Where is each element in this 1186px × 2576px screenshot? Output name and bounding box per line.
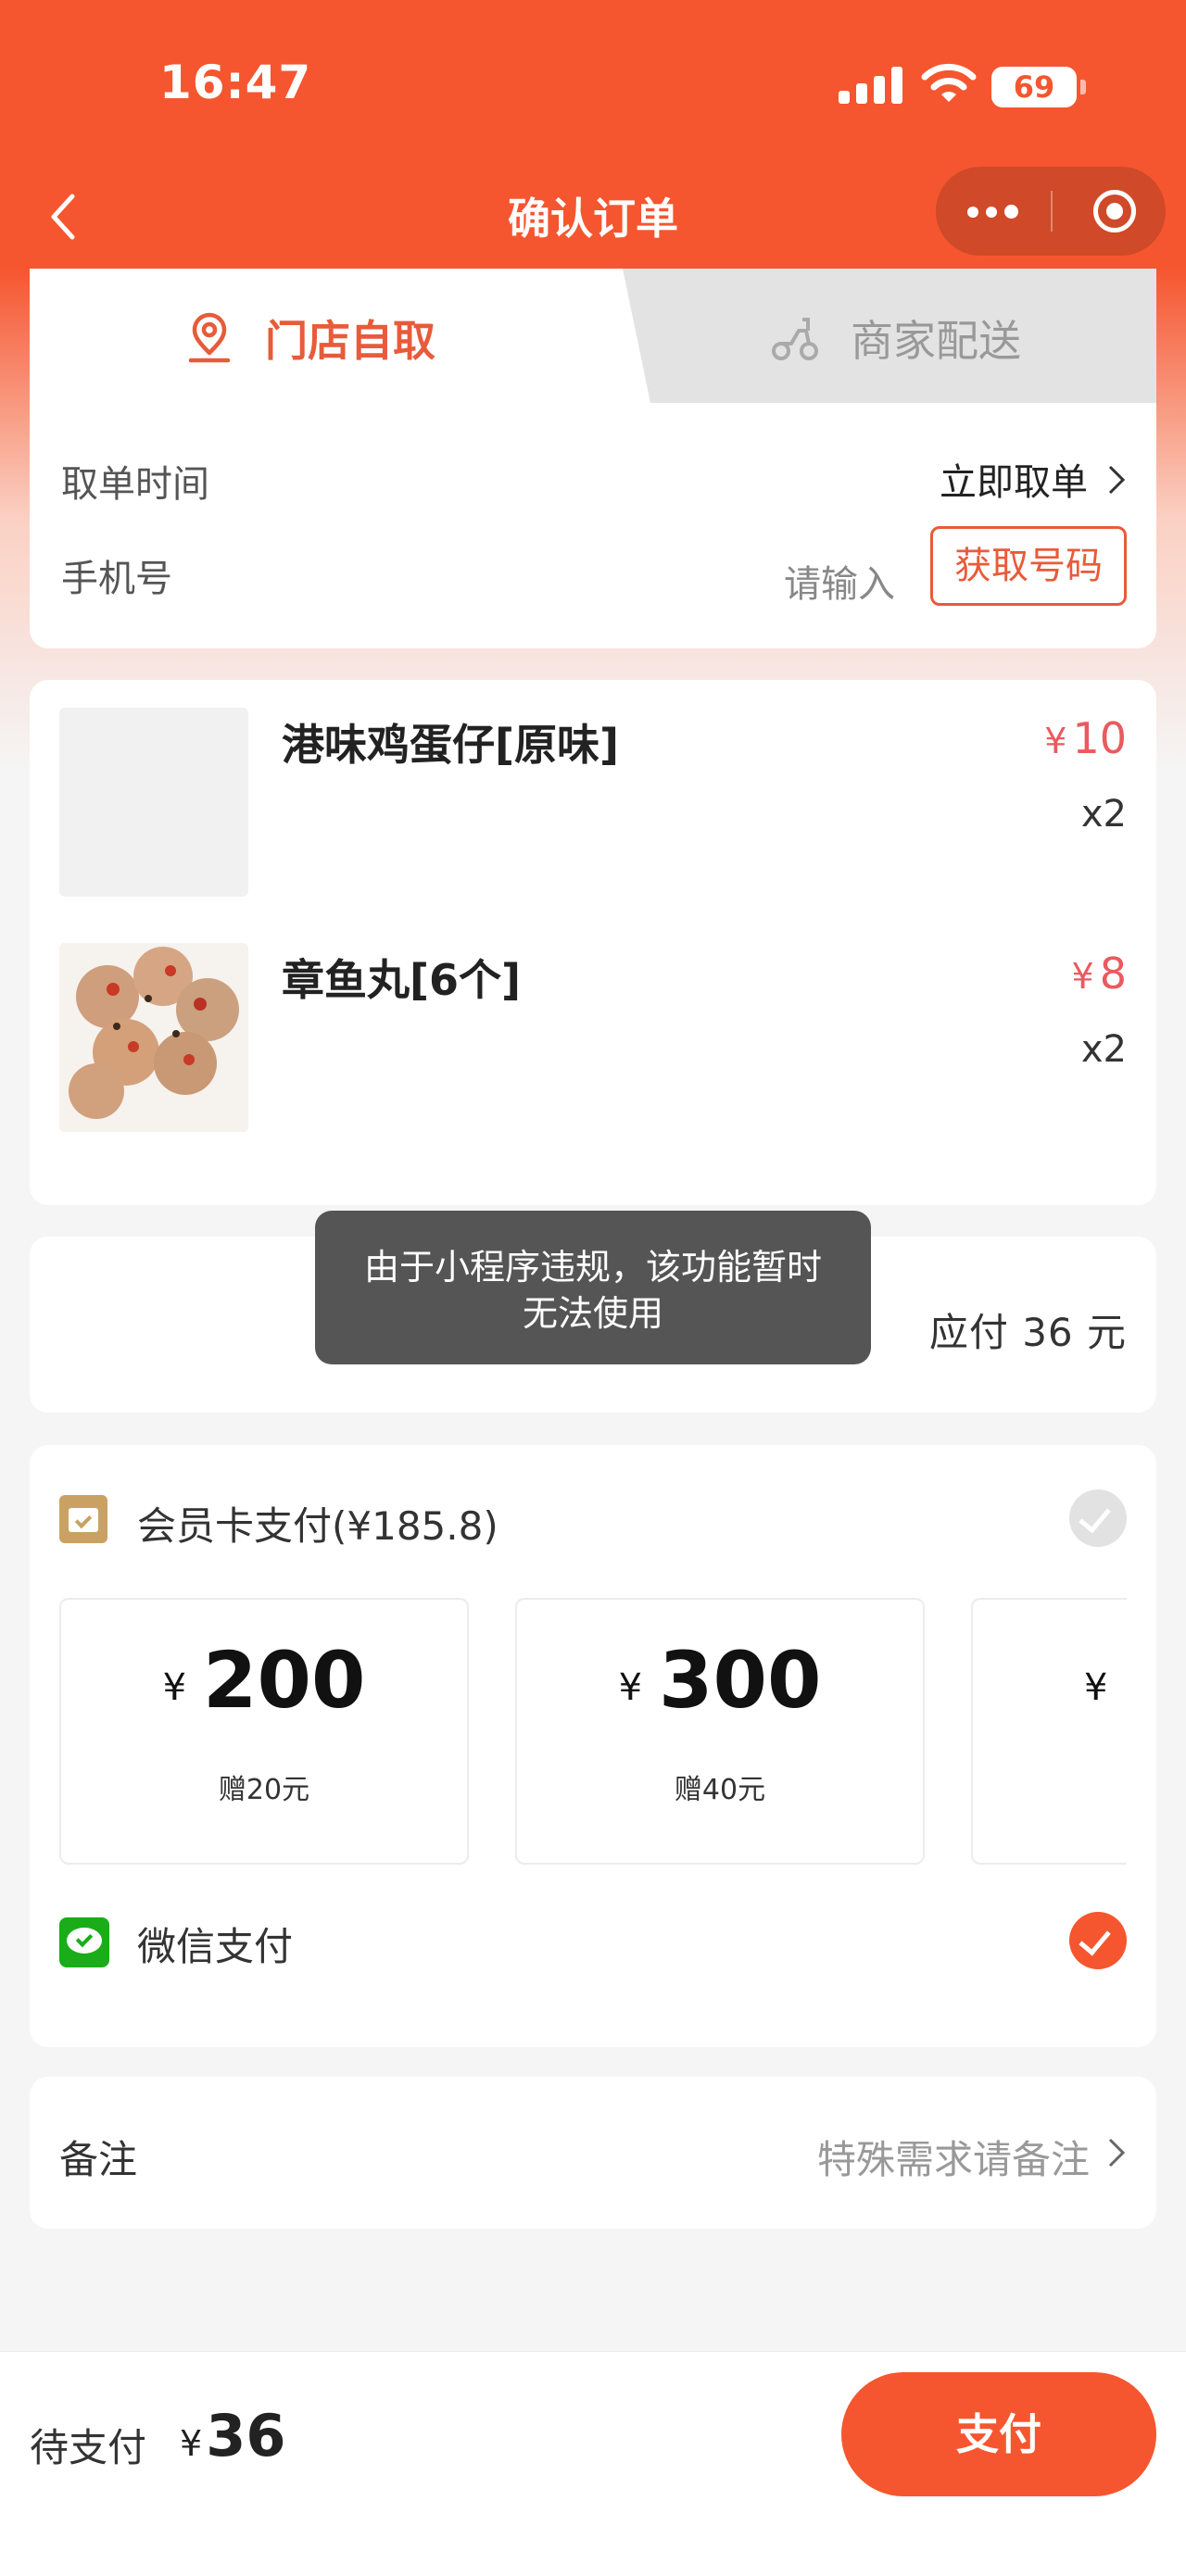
payment-card: 会员卡支付(¥185.8) ¥200 赠20元 ¥300 赠40元 ¥ 微信支付: [30, 1445, 1156, 2047]
goods-image-placeholder: [59, 708, 248, 897]
goods-price: ¥8: [1071, 949, 1127, 999]
phone-input[interactable]: 请输入: [784, 554, 895, 608]
goods-quantity: x2: [1080, 793, 1127, 836]
goods-quantity: x2: [1080, 1028, 1127, 1071]
pending-amount: ¥36: [180, 2402, 286, 2469]
tab-delivery[interactable]: 商家配送: [623, 269, 1156, 403]
status-time: 16:47: [159, 56, 312, 109]
signal-icon: [839, 67, 903, 104]
pickup-time-label: 取单时间: [61, 463, 209, 506]
chevron-right-icon: [1108, 465, 1126, 495]
goods-name: 章鱼丸[6个]: [282, 955, 522, 1005]
remark-row[interactable]: 备注 特殊需求请备注: [30, 2077, 1156, 2229]
member-pay-radio[interactable]: [1069, 1489, 1127, 1547]
pending-label: 待支付: [30, 2425, 147, 2470]
member-card-icon: [59, 1495, 107, 1543]
recharge-option[interactable]: ¥300 赠40元: [515, 1598, 925, 1865]
pickup-time-value: 立即取单: [940, 461, 1088, 504]
order-confirm-page: 16:47 69 确认订单 商家配送 门店自取 取单时间 立即取单 手机号 请输…: [0, 0, 1186, 2576]
toast-message: 由于小程序违规，该功能暂时无法使用: [315, 1211, 871, 1364]
amount-due: 应付 36 元: [928, 1310, 1127, 1355]
recharge-options: ¥200 赠20元 ¥300 赠40元 ¥: [59, 1598, 1127, 1866]
goods-name: 港味鸡蛋仔[原味]: [282, 720, 620, 770]
nav-bar: 确认订单: [0, 167, 1186, 269]
wechat-icon: [59, 1917, 109, 1967]
battery-icon: 69: [991, 67, 1086, 107]
miniprogram-capsule: [936, 167, 1166, 256]
goods-price: ¥10: [1044, 713, 1127, 763]
pay-button[interactable]: 支付: [841, 2372, 1156, 2496]
close-miniprogram-icon[interactable]: [1093, 190, 1136, 232]
goods-item: 章鱼丸[6个] ¥8 x2: [30, 943, 1156, 1137]
remark-label: 备注: [59, 2137, 138, 2182]
goods-card: 港味鸡蛋仔[原味] ¥10 x2 章鱼丸[6个] ¥ 8 x2: [30, 680, 1156, 1205]
get-number-button[interactable]: 获取号码: [930, 526, 1127, 606]
phone-label: 手机号: [61, 558, 172, 600]
capsule-divider: [1051, 191, 1053, 232]
phone-row: 手机号 请输入 获取号码: [30, 526, 1156, 609]
status-bar: 16:47 69: [0, 0, 1186, 167]
remark-input[interactable]: 特殊需求请备注: [817, 2129, 1090, 2185]
wechat-pay-label: 微信支付: [137, 1924, 294, 1969]
recharge-bonus: 赠40元: [674, 1774, 766, 1806]
tab-pickup-label: 门店自取: [265, 316, 435, 366]
tab-pickup[interactable]: 门店自取: [30, 269, 623, 403]
tab-delivery-label: 商家配送: [851, 316, 1021, 366]
goods-item: 港味鸡蛋仔[原味] ¥10 x2: [30, 708, 1156, 902]
pickup-time-row[interactable]: 取单时间 立即取单: [30, 435, 1156, 519]
location-pin-icon: [188, 312, 231, 363]
wifi-icon: [921, 63, 977, 102]
checkout-bar: 待支付 ¥36 支付: [0, 2351, 1186, 2576]
delivery-mode-card: 商家配送 门店自取 取单时间 立即取单 手机号 请输入 获取号码: [30, 269, 1156, 648]
recharge-option[interactable]: ¥: [971, 1598, 1127, 1865]
recharge-option[interactable]: ¥200 赠20元: [59, 1598, 469, 1865]
chevron-right-icon: [1108, 2138, 1126, 2168]
takoyaki-image: [59, 943, 248, 1132]
scooter-icon: [772, 318, 818, 360]
wechat-pay-radio[interactable]: [1069, 1912, 1127, 1969]
more-icon[interactable]: [967, 195, 1041, 228]
member-pay-label: 会员卡支付(¥185.8): [137, 1503, 498, 1549]
recharge-bonus: 赠20元: [218, 1774, 310, 1806]
